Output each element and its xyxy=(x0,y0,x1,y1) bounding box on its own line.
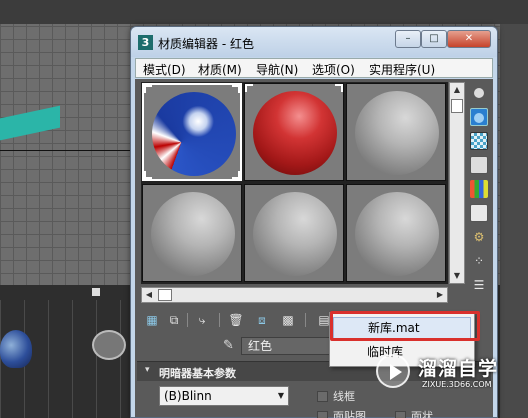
sample-slot-6[interactable] xyxy=(346,184,446,282)
scroll-thumb[interactable] xyxy=(158,289,172,301)
rollout-toggle-icon[interactable]: ▾ xyxy=(145,365,150,375)
rollout-title: 明暗器基本参数 xyxy=(159,367,236,380)
slot-vertical-scrollbar[interactable]: ▲ ▼ xyxy=(449,82,465,284)
maximize-button[interactable]: □ xyxy=(421,30,447,48)
active-corner-marker xyxy=(144,85,152,93)
menu-mode[interactable]: 模式(D) xyxy=(143,61,186,78)
wire-label: 线框 xyxy=(333,390,355,403)
sample-sphere-red xyxy=(253,91,337,175)
annotation-highlight-box xyxy=(330,311,480,341)
app-icon: 3 xyxy=(138,35,153,50)
shader-type-dropdown[interactable]: (B)Blinn ▼ xyxy=(159,386,289,406)
menu-material[interactable]: 材质(M) xyxy=(198,61,242,78)
sample-sphere-gray xyxy=(355,192,439,276)
backlight-icon[interactable] xyxy=(470,108,488,126)
assign-to-selection-icon[interactable]: ⤷ xyxy=(193,311,211,329)
scroll-up-icon[interactable]: ▲ xyxy=(450,83,464,97)
watermark-title: 溜溜自学 xyxy=(418,358,499,380)
sample-sphere-beach-ball xyxy=(152,92,236,176)
eyedropper-icon[interactable]: ✎ xyxy=(223,338,237,354)
watermark-url: ZIXUE.3D66.COM xyxy=(422,380,492,389)
shader-type-value: (B)Blinn xyxy=(164,389,212,403)
viewport-round-object[interactable] xyxy=(92,330,126,360)
sample-slot-2[interactable] xyxy=(244,83,344,181)
minimize-button[interactable]: – xyxy=(395,30,421,48)
sample-type-icon[interactable] xyxy=(470,84,488,102)
screen: 3 材质编辑器 - 红色 – □ ✕ 模式(D) 材质(M) 导航(N) 选项(… xyxy=(0,0,528,418)
toolbar-divider xyxy=(187,313,188,327)
viewport-teapot-object[interactable] xyxy=(0,330,32,368)
sample-sphere-gray xyxy=(253,192,337,276)
watermark: 溜溜自学 ZIXUE.3D66.COM xyxy=(376,350,526,404)
face-map-label: 面贴图 xyxy=(333,410,366,418)
active-corner-marker xyxy=(144,171,152,179)
window-title: 材质编辑器 - 红色 xyxy=(158,37,254,51)
sample-slot-3[interactable] xyxy=(346,83,446,181)
sample-slot-1[interactable] xyxy=(142,83,242,181)
close-button[interactable]: ✕ xyxy=(447,30,491,48)
menu-utilities[interactable]: 实用程序(U) xyxy=(369,61,435,78)
face-map-checkbox[interactable] xyxy=(317,411,328,418)
scroll-right-icon[interactable]: ▶ xyxy=(433,288,447,302)
scroll-thumb[interactable] xyxy=(451,99,463,113)
side-toolbar: ⚙ ⁘ ☰ xyxy=(468,82,490,302)
scene-corner-marker xyxy=(335,84,343,92)
reset-map-icon[interactable]: 🗑 xyxy=(227,311,245,329)
title-bar[interactable]: 3 材质编辑器 - 红色 – □ ✕ xyxy=(131,27,497,57)
menu-bar: 模式(D) 材质(M) 导航(N) 选项(O) 实用程序(U) xyxy=(135,58,493,78)
scene-corner-marker xyxy=(245,84,253,92)
background-icon[interactable] xyxy=(470,132,488,150)
wire-checkbox[interactable] xyxy=(317,391,328,402)
make-unique-icon[interactable]: ▩ xyxy=(279,311,297,329)
viewport-marker xyxy=(92,288,100,296)
options-icon[interactable]: ⚙ xyxy=(470,228,488,246)
material-map-navigator-icon[interactable]: ☰ xyxy=(470,276,488,294)
select-by-material-icon[interactable]: ⁘ xyxy=(470,252,488,270)
scroll-left-icon[interactable]: ◀ xyxy=(142,288,156,302)
sample-slot-grid xyxy=(141,82,448,284)
scroll-down-icon[interactable]: ▼ xyxy=(450,269,464,283)
make-preview-icon[interactable] xyxy=(470,204,488,222)
get-material-icon[interactable]: ▦ xyxy=(143,311,161,329)
play-logo-icon xyxy=(376,354,410,388)
sample-sphere-gray xyxy=(355,91,439,175)
faceted-label: 面状 xyxy=(411,410,433,418)
chevron-down-icon: ▼ xyxy=(277,391,284,400)
active-corner-marker xyxy=(232,85,240,93)
active-corner-marker xyxy=(232,171,240,179)
sample-slot-5[interactable] xyxy=(244,184,344,282)
faceted-checkbox[interactable] xyxy=(395,411,406,418)
slot-horizontal-scrollbar[interactable]: ◀ ▶ xyxy=(141,287,448,303)
menu-options[interactable]: 选项(O) xyxy=(312,61,355,78)
video-color-check-icon[interactable] xyxy=(470,180,488,198)
viewport-top-strip xyxy=(0,0,528,24)
sample-uv-tiling-icon[interactable] xyxy=(470,156,488,174)
toolbar-divider xyxy=(219,313,220,327)
put-to-scene-icon[interactable]: ⧉ xyxy=(165,311,183,329)
toolbar-divider xyxy=(305,313,306,327)
sample-sphere-gray xyxy=(151,192,235,276)
sample-slot-4[interactable] xyxy=(142,184,242,282)
viewport-horizon-line xyxy=(0,150,140,151)
menu-navigation[interactable]: 导航(N) xyxy=(256,61,298,78)
make-copy-icon[interactable]: ⧈ xyxy=(253,311,271,329)
